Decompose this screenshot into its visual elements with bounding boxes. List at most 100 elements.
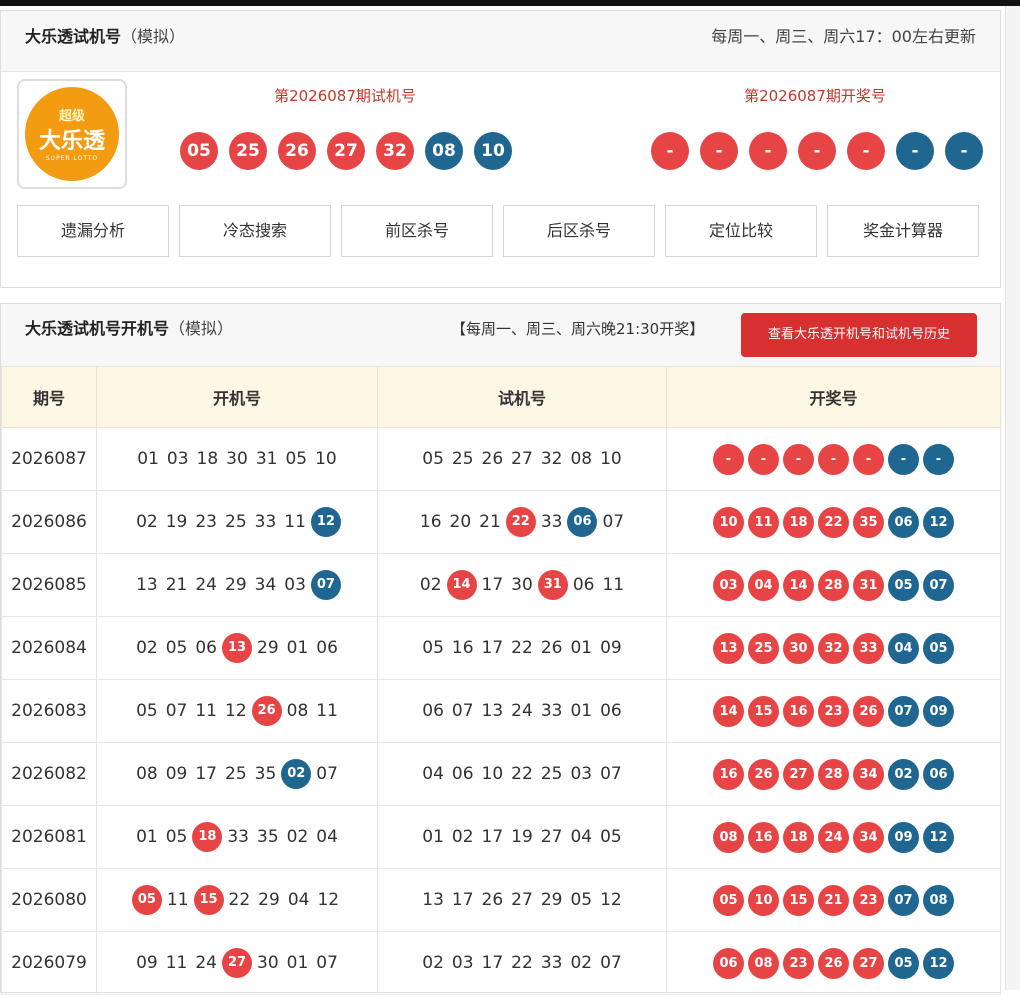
draw-ball: 11	[748, 506, 779, 538]
draw-ball: -	[896, 132, 934, 170]
draw-ball: -	[853, 443, 884, 475]
col-draw-number: 开奖号	[666, 366, 1001, 428]
trial-number: 09	[600, 638, 622, 658]
open-ball: 02	[281, 759, 312, 789]
open-number: 06	[195, 638, 217, 658]
open-number: 05	[285, 449, 308, 469]
draw-number-cell: 13 25 30 32 33 04 05	[666, 616, 1001, 680]
trial-number: 17	[481, 638, 504, 658]
draw-ball: 26	[818, 947, 849, 979]
draw-ball: 08	[748, 947, 779, 979]
open-number: 11	[165, 953, 188, 973]
trial-number: 13	[481, 701, 504, 721]
trial-number: 16	[419, 512, 442, 532]
trial-number: 10	[481, 764, 504, 784]
open-number: 01	[286, 638, 309, 658]
trial-number: 12	[600, 890, 622, 910]
trial-number: 01	[570, 701, 593, 721]
issue-cell: 2026080	[1, 868, 97, 932]
draw-ball: 07	[923, 569, 954, 601]
trial-ball: 06	[567, 507, 598, 537]
trial-number: 22	[511, 953, 533, 973]
draw-ball: 27	[853, 947, 884, 979]
issue-cell: 2026086	[1, 490, 97, 554]
open-ball: 15	[193, 885, 224, 915]
trial-number: 04	[570, 827, 593, 847]
draw-ball: -	[651, 132, 689, 170]
open-number: 23	[195, 512, 217, 532]
draw-ball: 05	[888, 569, 919, 601]
open-number: 29	[225, 575, 247, 595]
tool-button[interactable]: 奖金计算器	[827, 205, 979, 257]
open-number: 07	[165, 701, 188, 721]
open-number: 03	[284, 575, 306, 595]
trial-number: 17	[481, 827, 504, 847]
tool-button[interactable]: 前区杀号	[341, 205, 493, 257]
draw-ball: 35	[853, 506, 884, 538]
draw-ball: 18	[783, 506, 814, 538]
open-number-cell: 05 11 15 22 29 04 12	[96, 868, 378, 932]
open-number-cell: 05 07 11 12 26 08 11	[96, 679, 378, 743]
trial-number: 33	[540, 701, 563, 721]
trial-number: 04	[422, 764, 444, 784]
table-row: 2026079 09 11 24 27 30 01 07 02 03 17 22 33 02 07 06 08 2…	[1, 931, 1001, 995]
draw-ball: 26	[748, 758, 779, 790]
draw-number-cell: -------	[666, 427, 1001, 491]
tool-button[interactable]: 后区杀号	[503, 205, 655, 257]
trial-number: 22	[511, 764, 533, 784]
trial-number: 25	[451, 449, 474, 469]
trial-number: 33	[540, 953, 563, 973]
open-number: 06	[316, 638, 338, 658]
open-number: 31	[255, 449, 278, 469]
draw-ball: 34	[853, 758, 884, 790]
open-number: 25	[225, 512, 247, 532]
draw-ball: 22	[818, 506, 849, 538]
trial-ball: 08	[425, 132, 463, 170]
panel-title: 大乐透试机号（模拟）	[25, 11, 185, 63]
draw-ball: 06	[923, 758, 954, 790]
table-row: 2026084 02 05 06 13 29 01 06 05 16 17 22 26 01 09 13 25 3…	[1, 616, 1001, 680]
draw-ball: 09	[923, 695, 954, 727]
draw-ball: -	[749, 132, 787, 170]
draw-ball: -	[700, 132, 738, 170]
draw-ball: 32	[818, 632, 849, 664]
open-number: 21	[165, 575, 188, 595]
view-history-button[interactable]: 查看大乐透开机号和试机号历史	[741, 313, 977, 357]
top-edge-bar	[0, 0, 1020, 6]
trial-ball: 22	[505, 507, 536, 537]
draw-number-cell: 03 04 14 28 31 05 07	[666, 553, 1001, 617]
table-row: 2026086 02 19 23 25 33 11 12 16 20 21 22 33 06 07 10 11 1…	[1, 490, 1001, 554]
tool-button[interactable]: 遗漏分析	[17, 205, 169, 257]
open-number-cell: 01 05 18 33 35 02 04	[96, 805, 378, 869]
trial-number-cell: 05 16 17 22 26 01 09	[377, 616, 667, 680]
open-number: 24	[195, 575, 217, 595]
trial-ball: 31	[537, 570, 568, 600]
trial-number: 01	[422, 827, 444, 847]
logo-small-text: 超级	[58, 109, 85, 124]
tool-button[interactable]: 冷态搜索	[179, 205, 331, 257]
open-number: 02	[136, 512, 158, 532]
trial-number: 10	[600, 449, 622, 469]
trial-number: 07	[602, 512, 625, 532]
draw-ball: 15	[783, 884, 814, 916]
trial-number-cell: 02 03 17 22 33 02 07	[377, 931, 667, 995]
draw-ball: 06	[888, 506, 919, 538]
trial-number-cell: 16 20 21 22 33 06 07	[377, 490, 667, 554]
history-title: 大乐透试机号开机号（模拟）	[25, 304, 233, 354]
draw-ball: 03	[713, 569, 744, 601]
trial-number: 06	[451, 764, 474, 784]
tool-button[interactable]: 定位比较	[665, 205, 817, 257]
table-row: 2026083 05 07 11 12 26 08 11 06 07 13 24 33 01 06 14 15 1…	[1, 679, 1001, 743]
open-ball: 13	[222, 633, 252, 663]
draw-ball: 23	[818, 695, 849, 727]
draw-ball: 23	[853, 884, 884, 916]
open-number-cell: 09 11 24 27 30 01 07	[96, 931, 378, 995]
draw-ball: 12	[923, 506, 954, 538]
draw-number-cell: 16 26 27 28 34 02 06	[666, 742, 1001, 806]
trial-number: 03	[570, 764, 593, 784]
draw-ball: 02	[888, 758, 919, 790]
panel-title-text: 大乐透试机号	[25, 27, 122, 46]
right-edge-strip	[1005, 6, 1020, 990]
trial-number: 05	[600, 827, 622, 847]
open-number: 04	[316, 827, 338, 847]
